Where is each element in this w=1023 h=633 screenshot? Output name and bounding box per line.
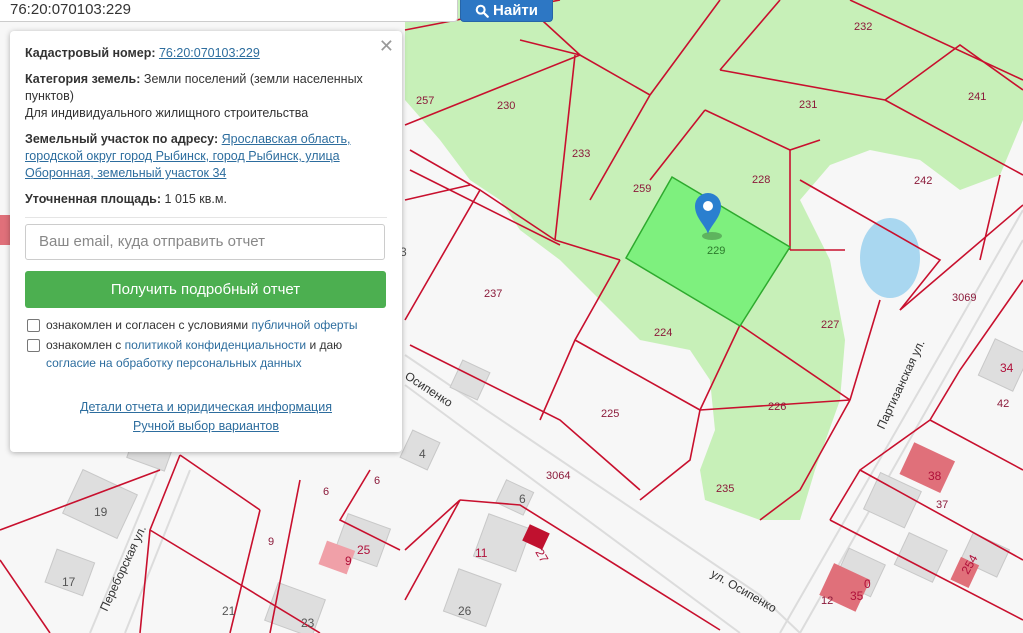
building-label-11: 11 bbox=[475, 546, 488, 560]
plot-label-6: 6 bbox=[323, 486, 329, 498]
consent-offer-text: ознакомлен и согласен с условиями публич… bbox=[46, 316, 357, 334]
search-icon bbox=[475, 4, 489, 18]
search-button-label: Найти bbox=[493, 2, 538, 19]
building-label-23: 23 bbox=[301, 616, 315, 630]
plot-label-231: 231 bbox=[799, 99, 817, 111]
building-label-21: 21 bbox=[222, 604, 236, 618]
category-row: Категория земель: Земли поселений (земли… bbox=[25, 71, 387, 122]
plot-label-242: 242 bbox=[914, 175, 932, 187]
get-report-button[interactable]: Получить подробный отчет bbox=[25, 271, 386, 308]
consent-privacy-label2: и даю bbox=[309, 338, 343, 352]
building-label-34: 34 bbox=[1000, 361, 1014, 375]
category-use: Для индивидуального жилищного строительс… bbox=[25, 106, 309, 120]
category-label: Категория земель: bbox=[25, 72, 141, 86]
building-label-26: 26 bbox=[458, 604, 472, 618]
privacy-policy-link[interactable]: политикой конфиденциальности bbox=[125, 338, 306, 352]
plot-label-6: 6 bbox=[374, 475, 380, 487]
plot-label-3069: 3069 bbox=[952, 292, 976, 304]
building-label-17: 17 bbox=[62, 575, 76, 589]
address-row: Земельный участок по адресу: Ярославская… bbox=[25, 131, 387, 182]
consent-privacy-checkbox[interactable] bbox=[27, 339, 40, 352]
public-offer-link[interactable]: публичной оферты bbox=[251, 318, 357, 332]
plot-label-237: 237 bbox=[484, 288, 502, 300]
pond bbox=[860, 218, 920, 298]
building-label-25: 25 bbox=[357, 543, 371, 557]
search-input[interactable]: 76:20:070103:229 bbox=[0, 0, 458, 22]
plot-label-241: 241 bbox=[968, 91, 986, 103]
area-label: Уточненная площадь: bbox=[25, 192, 162, 206]
plot-label-3064: 3064 bbox=[546, 470, 570, 482]
consent-offer-checkbox[interactable] bbox=[27, 319, 40, 332]
search-button[interactable]: Найти bbox=[460, 0, 553, 22]
bottom-links: Детали отчета и юридическая информация Р… bbox=[25, 398, 387, 436]
plot-label-9: 9 bbox=[268, 536, 274, 548]
consent-offer-row: ознакомлен и согласен с условиями публич… bbox=[25, 316, 387, 334]
plot-label-229: 229 bbox=[707, 245, 725, 257]
cadastral-number-link[interactable]: 76:20:070103:229 bbox=[159, 46, 260, 60]
building-label-9: 9 bbox=[345, 554, 352, 568]
plot-label-226: 226 bbox=[768, 401, 786, 413]
plot-label-230: 230 bbox=[497, 100, 515, 112]
area-value: 1 015 кв.м. bbox=[164, 192, 227, 206]
building-label-0: 0 bbox=[864, 577, 871, 591]
manual-selection-link[interactable]: Ручной выбор вариантов bbox=[133, 417, 279, 436]
plot-label-232: 232 bbox=[854, 21, 872, 33]
area-row: Уточненная площадь: 1 015 кв.м. bbox=[25, 191, 387, 208]
plot-label-259: 259 bbox=[633, 183, 651, 195]
plot-label-227: 227 bbox=[821, 319, 839, 331]
plot-label-225: 225 bbox=[601, 408, 619, 420]
plot-label-224: 224 bbox=[654, 327, 672, 339]
address-label: Земельный участок по адресу: bbox=[25, 132, 219, 146]
plot-label-42: 42 bbox=[997, 398, 1009, 410]
building-label-6: 6 bbox=[519, 492, 526, 506]
close-icon[interactable]: ✕ bbox=[379, 37, 394, 55]
report-details-link[interactable]: Детали отчета и юридическая информация bbox=[80, 398, 332, 417]
consent-offer-label: ознакомлен и согласен с условиями bbox=[46, 318, 249, 332]
cadastral-label: Кадастровый номер: bbox=[25, 46, 156, 60]
plot-label-37: 37 bbox=[936, 499, 948, 511]
building-label-35: 35 bbox=[850, 589, 864, 603]
consent-privacy-text: ознакомлен с политикой конфиденциальност… bbox=[46, 336, 342, 372]
parcel-info-panel: ✕ Кадастровый номер: 76:20:070103:229 Ка… bbox=[10, 31, 402, 452]
plot-label-235: 235 bbox=[716, 483, 734, 495]
cadastral-row: Кадастровый номер: 76:20:070103:229 bbox=[25, 45, 387, 62]
plot-label-12: 12 bbox=[821, 595, 833, 607]
building-label-4: 4 bbox=[419, 447, 426, 461]
consent-privacy-row: ознакомлен с политикой конфиденциальност… bbox=[25, 336, 387, 372]
panel-divider bbox=[25, 217, 387, 218]
email-input[interactable]: Ваш email, куда отправить отчет bbox=[25, 224, 385, 260]
consent-privacy-label: ознакомлен с bbox=[46, 338, 122, 352]
plot-label-257: 257 bbox=[416, 95, 434, 107]
building-label-19: 19 bbox=[94, 505, 108, 519]
building-label-38: 38 bbox=[928, 469, 942, 483]
personal-data-consent-link[interactable]: согласие на обработку персональных данны… bbox=[46, 356, 302, 370]
plot-label-233: 233 bbox=[572, 148, 590, 160]
plot-label-228: 228 bbox=[752, 174, 770, 186]
